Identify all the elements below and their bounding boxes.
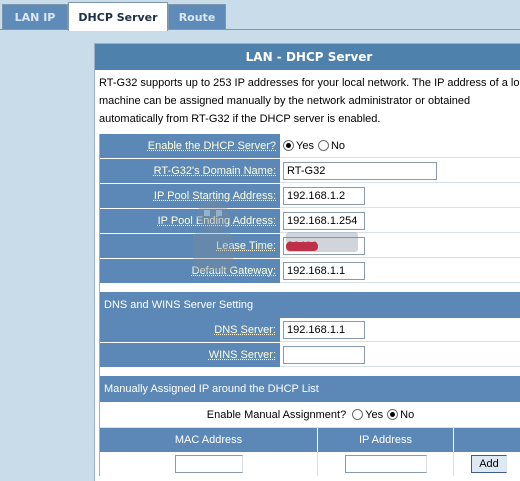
- mac-address-input[interactable]: [174, 455, 243, 473]
- radio-no-icon[interactable]: [317, 140, 329, 151]
- radio-yes-icon[interactable]: [352, 409, 364, 420]
- column-ip-address: IP Address: [318, 428, 454, 452]
- domain-name-input[interactable]: RT-G32: [283, 161, 437, 180]
- section-spacer: [100, 284, 520, 292]
- default-gateway-input[interactable]: 192.168.1.1: [283, 261, 365, 280]
- wins-server-label: WINS Server:: [100, 343, 280, 367]
- description-line: machine can be assigned manually by the …: [99, 95, 471, 107]
- column-action: [454, 428, 520, 452]
- dhcp-form: Enable the DHCP Server? Yes No RT-G32's …: [99, 134, 520, 476]
- tab-dhcp-server[interactable]: DHCP Server: [68, 2, 168, 31]
- manual-enable-yes[interactable]: Yes: [352, 409, 383, 421]
- ip-address-input[interactable]: [344, 455, 427, 473]
- row-dns-server: DNS Server: 192.168.1.1: [100, 318, 520, 343]
- column-mac-address: MAC Address: [100, 428, 318, 452]
- dhcp-enable-no[interactable]: No: [317, 140, 345, 152]
- tab-bar: LAN IP DHCP Server Route: [0, 0, 520, 31]
- row-lease-time: Lease Time: 86400: [100, 234, 520, 259]
- domain-name-label: RT-G32's Domain Name:: [100, 159, 280, 183]
- panel-description: RT-G32 supports up to 253 IP addresses f…: [95, 70, 520, 128]
- add-button[interactable]: Add: [471, 455, 507, 473]
- dhcp-panel: LAN - DHCP Server RT-G32 supports up to …: [94, 43, 520, 481]
- row-wins-server: WINS Server:: [100, 343, 520, 368]
- dns-server-label: DNS Server:: [100, 318, 280, 342]
- enable-manual-label: Enable Manual Assignment?: [206, 408, 347, 421]
- section-spacer: [100, 368, 520, 376]
- row-pool-end: IP Pool Ending Address: 192.168.1.254: [100, 209, 520, 234]
- lease-time-label: Lease Time:: [100, 234, 280, 258]
- lease-time-input[interactable]: 86400: [283, 236, 365, 255]
- enable-dhcp-label: Enable the DHCP Server?: [100, 134, 280, 158]
- pool-start-input[interactable]: 192.168.1.2: [283, 186, 365, 205]
- row-enable-dhcp: Enable the DHCP Server? Yes No: [100, 134, 520, 159]
- row-domain-name: RT-G32's Domain Name: RT-G32: [100, 159, 520, 184]
- pool-end-input[interactable]: 192.168.1.254: [283, 211, 365, 230]
- description-line: automatically from RT-G32 if the DHCP se…: [99, 113, 381, 125]
- tab-lan-ip[interactable]: LAN IP: [2, 4, 68, 30]
- manual-section-title: Manually Assigned IP around the DHCP Lis…: [100, 376, 520, 402]
- dns-server-input[interactable]: 192.168.1.1: [283, 320, 365, 339]
- manual-entry-row: Add: [100, 452, 520, 476]
- row-pool-start: IP Pool Starting Address: 192.168.1.2: [100, 184, 520, 209]
- manual-list-header: MAC Address IP Address: [100, 428, 520, 452]
- radio-no-icon[interactable]: [387, 409, 399, 420]
- default-gateway-label: Default Gateway:: [100, 259, 280, 283]
- radio-yes-icon[interactable]: [283, 140, 294, 151]
- description-line: RT-G32 supports up to 253 IP addresses f…: [99, 77, 520, 89]
- dhcp-enable-yes[interactable]: Yes: [283, 140, 314, 152]
- wins-server-input[interactable]: [283, 345, 365, 364]
- row-default-gateway: Default Gateway: 192.168.1.1: [100, 259, 520, 284]
- tab-route[interactable]: Route: [168, 4, 226, 30]
- panel-title: LAN - DHCP Server: [95, 44, 520, 70]
- pool-start-label: IP Pool Starting Address:: [100, 184, 280, 208]
- row-enable-manual: Enable Manual Assignment? Yes No: [100, 402, 520, 428]
- redaction-scribble: [286, 241, 318, 251]
- dns-section-title: DNS and WINS Server Setting: [100, 292, 520, 318]
- pool-end-label: IP Pool Ending Address:: [100, 209, 280, 233]
- manual-enable-no[interactable]: No: [387, 409, 414, 421]
